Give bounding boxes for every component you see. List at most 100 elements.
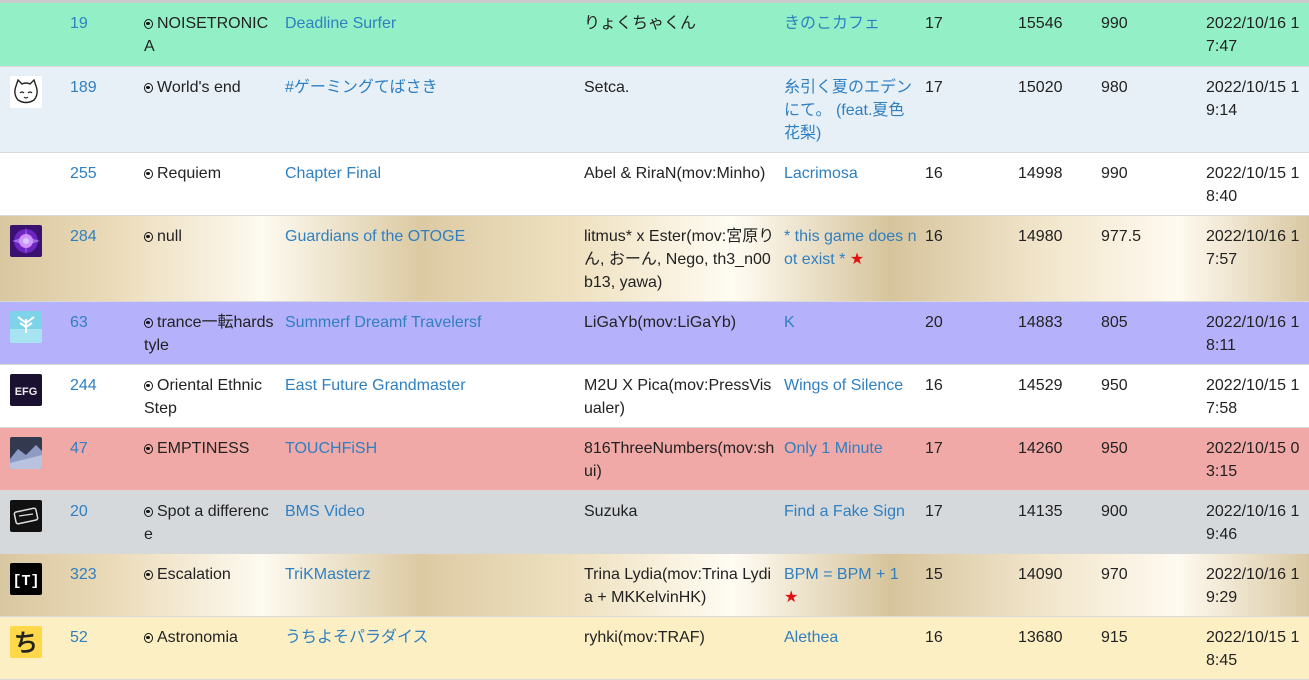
title-link[interactable]: Chapter Final bbox=[285, 165, 381, 182]
title-link[interactable]: うちよそパラダイス bbox=[285, 629, 429, 646]
score-text: 14883 bbox=[1018, 313, 1063, 331]
bms-link[interactable]: 糸引く夏のエデンにて。 (feat.夏色花梨) bbox=[784, 79, 912, 142]
score-text: 14980 bbox=[1018, 227, 1063, 245]
title-link[interactable]: TOUCHFiSH bbox=[285, 440, 377, 457]
entry-id-link[interactable]: 284 bbox=[70, 228, 97, 245]
bms-link[interactable]: K bbox=[784, 314, 795, 331]
date-cell: 2022/10/15 19:14 bbox=[1202, 66, 1309, 152]
bms-cell: Only 1 Minute bbox=[780, 427, 921, 490]
date-cell: 2022/10/15 17:58 bbox=[1202, 364, 1309, 427]
bms-link[interactable]: Lacrimosa bbox=[784, 165, 858, 182]
points-cell: 900 bbox=[1097, 490, 1202, 553]
title-link[interactable]: Summerf Dreamf Travelersf bbox=[285, 314, 481, 331]
efg-logo-icon: EFG bbox=[10, 373, 66, 406]
table-row: [T] 323 Escalation TriKMasterz Trina Lydia(m… bbox=[0, 553, 1309, 616]
title-link[interactable]: #ゲーミングてばさき bbox=[285, 79, 438, 96]
points-text: 805 bbox=[1101, 313, 1128, 331]
title-link[interactable]: East Future Grandmaster bbox=[285, 377, 466, 394]
jacket-cell: EFG bbox=[0, 364, 66, 427]
title-cell: Guardians of the OTOGE bbox=[281, 215, 580, 301]
artist-text: Suzuka bbox=[584, 502, 638, 520]
entry-id-cell: 284 bbox=[66, 215, 140, 301]
date-text: 2022/10/15 19:14 bbox=[1206, 78, 1300, 119]
entry-id-link[interactable]: 52 bbox=[70, 629, 88, 646]
genre-cell: EMPTINESS bbox=[140, 427, 281, 490]
artist-text: ryhki(mov:TRAF) bbox=[584, 628, 705, 646]
bms-cell: きのこカフェ bbox=[780, 3, 921, 66]
date-text: 2022/10/16 17:57 bbox=[1206, 227, 1300, 268]
entry-id-cell: 20 bbox=[66, 490, 140, 553]
entry-id-cell: 52 bbox=[66, 616, 140, 679]
svg-text:[T]: [T] bbox=[12, 573, 39, 590]
title-link[interactable]: BMS Video bbox=[285, 503, 365, 520]
table-row: 47 EMPTINESS TOUCHFiSH 816ThreeNumbers(mov:… bbox=[0, 427, 1309, 490]
spike-icon bbox=[144, 506, 153, 517]
results-table: 19 NOISETRONICA Deadline Surfer りょくちゃくん きのこカ… bbox=[0, 3, 1309, 680]
genre-text: World's end bbox=[157, 78, 241, 96]
score-text: 15546 bbox=[1018, 15, 1063, 32]
jacket-cell bbox=[0, 215, 66, 301]
title-link[interactable]: Deadline Surfer bbox=[285, 15, 396, 32]
genre-text: Spot a difference bbox=[144, 502, 269, 543]
bms-cell: Lacrimosa bbox=[780, 152, 921, 215]
points-text: 915 bbox=[1101, 628, 1128, 646]
genre-text: Escalation bbox=[157, 565, 231, 583]
date-text: 2022/10/16 18:11 bbox=[1206, 313, 1300, 354]
level-cell: 16 bbox=[921, 215, 1014, 301]
level-text: 17 bbox=[925, 15, 943, 32]
bms-cell: K bbox=[780, 301, 921, 364]
score-cell: 14090 bbox=[1014, 553, 1097, 616]
entry-id-link[interactable]: 19 bbox=[70, 15, 88, 32]
title-link[interactable]: TriKMasterz bbox=[285, 566, 371, 583]
title-cell: East Future Grandmaster bbox=[281, 364, 580, 427]
entry-id-link[interactable]: 323 bbox=[70, 566, 97, 583]
entry-id-link[interactable]: 255 bbox=[70, 165, 97, 182]
entry-id-link[interactable]: 189 bbox=[70, 79, 97, 96]
table-row: 255 Requiem Chapter Final Abel & RiraN(mov:… bbox=[0, 152, 1309, 215]
title-link[interactable]: Guardians of the OTOGE bbox=[285, 228, 465, 245]
points-text: 950 bbox=[1101, 439, 1128, 457]
table-row: 189 World's end #ゲーミングてばさき Setca. 糸引く夏のエデンにて… bbox=[0, 66, 1309, 152]
jacket-cell bbox=[0, 490, 66, 553]
bms-cell: 糸引く夏のエデンにて。 (feat.夏色花梨) bbox=[780, 66, 921, 152]
title-cell: Deadline Surfer bbox=[281, 3, 580, 66]
jacket-cell bbox=[0, 3, 66, 66]
spike-icon bbox=[144, 231, 153, 242]
artist-cell: Setca. bbox=[580, 66, 780, 152]
title-cell: TriKMasterz bbox=[281, 553, 580, 616]
artist-text: M2U X Pica(mov:PressVisualer) bbox=[584, 376, 772, 417]
genre-cell: Spot a difference bbox=[140, 490, 281, 553]
level-cell: 16 bbox=[921, 364, 1014, 427]
bms-link[interactable]: BPM = BPM + 1 bbox=[784, 566, 899, 583]
level-text: 16 bbox=[925, 628, 943, 646]
level-cell: 16 bbox=[921, 152, 1014, 215]
artist-cell: M2U X Pica(mov:PressVisualer) bbox=[580, 364, 780, 427]
bms-cell: Wings of Silence bbox=[780, 364, 921, 427]
points-text: 950 bbox=[1101, 376, 1128, 394]
bms-link[interactable]: Alethea bbox=[784, 629, 838, 646]
artist-cell: 816ThreeNumbers(mov:shui) bbox=[580, 427, 780, 490]
date-cell: 2022/10/15 03:15 bbox=[1202, 427, 1309, 490]
artist-text: litmus* x Ester(mov:宮原りん, おーん, Nego, th3… bbox=[584, 227, 775, 291]
jacket-cell bbox=[0, 301, 66, 364]
date-cell: 2022/10/16 17:47 bbox=[1202, 3, 1309, 66]
points-text: 970 bbox=[1101, 565, 1128, 583]
bms-cell: BPM = BPM + 1 ★ bbox=[780, 553, 921, 616]
bms-link[interactable]: きのこカフェ bbox=[784, 15, 880, 32]
bms-link[interactable]: Find a Fake Sign bbox=[784, 503, 905, 520]
points-text: 977.5 bbox=[1101, 227, 1142, 245]
bms-link[interactable]: Only 1 Minute bbox=[784, 440, 883, 457]
bms-link[interactable]: Wings of Silence bbox=[784, 377, 903, 394]
entry-id-link[interactable]: 20 bbox=[70, 503, 88, 520]
title-cell: TOUCHFiSH bbox=[281, 427, 580, 490]
spike-icon bbox=[144, 82, 153, 93]
entry-id-link[interactable]: 244 bbox=[70, 377, 97, 394]
spike-icon bbox=[144, 168, 153, 179]
genre-text: EMPTINESS bbox=[157, 439, 250, 457]
entry-id-link[interactable]: 63 bbox=[70, 314, 88, 331]
entry-id-link[interactable]: 47 bbox=[70, 440, 88, 457]
date-cell: 2022/10/16 19:46 bbox=[1202, 490, 1309, 553]
genre-cell: trance一転hardstyle bbox=[140, 301, 281, 364]
artist-text: Abel & RiraN(mov:Minho) bbox=[584, 164, 766, 182]
bms-cell: Alethea bbox=[780, 616, 921, 679]
